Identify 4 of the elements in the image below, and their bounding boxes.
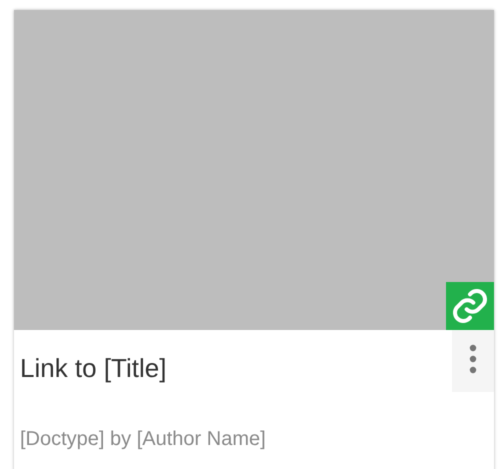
- card-title: Link to [Title]: [19, 352, 168, 384]
- card-subtitle: [Doctype] by [Author Name]: [19, 427, 267, 452]
- more-vertical-icon: [469, 344, 477, 374]
- more-menu-button[interactable]: [452, 330, 494, 392]
